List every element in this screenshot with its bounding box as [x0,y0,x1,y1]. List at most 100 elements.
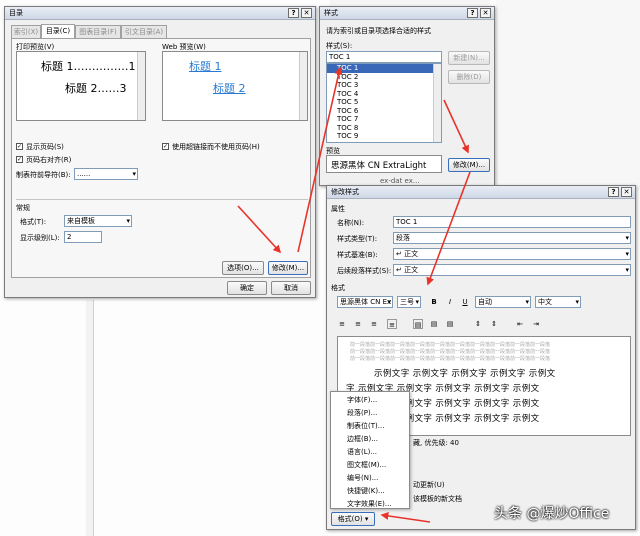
menu-item-numbering[interactable]: 编号(N)... [331,472,409,485]
bold-button[interactable]: B [429,297,439,307]
print-preview-box: 标题 1……………1 标题 2……3 [16,51,146,121]
styles-list[interactable]: TOC 1 TOC 2 TOC 3 TOC 4 TOC 5 TOC 6 TOC … [326,63,442,143]
print-preview-heading-2: 标题 2……3 [65,82,127,95]
vertical-ruler [86,300,94,536]
list-item[interactable]: TOC 1 [327,64,441,73]
close-icon[interactable]: ✕ [621,187,632,197]
space-before-icon[interactable]: ⇕ [473,319,483,329]
watermark: 头条 @爆炒Office [494,506,610,522]
close-icon[interactable]: ✕ [301,8,312,18]
based-on-label: 样式基准(B): [337,251,378,259]
list-item[interactable]: TOC 3 [327,81,441,90]
align-right-icon[interactable]: ≡ [369,319,379,329]
style-preview-font: 思源黑体 CN ExtraLight [331,161,427,171]
menu-item-tabs[interactable]: 制表位(T)... [331,420,409,433]
show-page-numbers-label: 显示页码(S) [26,143,64,151]
style-type-label: 样式类型(T): [337,235,378,243]
menu-item-language[interactable]: 语言(L)... [331,446,409,459]
general-label: 常规 [16,204,30,212]
menu-item-font[interactable]: 字体(F)... [331,394,409,407]
styles-list-scrollbar[interactable] [433,64,441,142]
format-label: 格式 [331,284,345,292]
font-select[interactable]: 思源黑体 CN Ex [337,296,393,308]
menu-item-border[interactable]: 边框(B)... [331,433,409,446]
list-item[interactable]: TOC 5 [327,98,441,107]
help-icon[interactable]: ? [608,187,619,197]
sample-text-row: 示例文字 示例文字 示例文字 示例文字 示例文 [374,369,556,379]
language-select[interactable]: 中文 [535,296,581,308]
style-type-select[interactable]: 段落 [393,232,631,244]
show-levels-label: 显示级别(L): [20,234,60,242]
print-preview-heading-1: 标题 1……………1 [41,60,136,73]
help-icon[interactable]: ? [467,8,478,18]
align-left-icon[interactable]: ≡ [337,319,347,329]
font-color-select[interactable]: 自动 [475,296,531,308]
tab-toc[interactable]: 目录(C) [41,24,75,38]
previous-paragraph-text: 前一段落前一段落前一段落前一段落前一段落前一段落前一段落前一段落前一段落前一段落 [350,356,551,362]
underline-button[interactable]: U [460,297,470,307]
use-hyperlinks-checkbox[interactable]: ✓ [162,143,169,150]
tab-table-of-figures[interactable]: 图表目录(F) [75,25,121,38]
web-preview-box: 标题 1 标题 2 [162,51,308,121]
single-spacing-icon[interactable]: ▤ [413,319,423,329]
new-style-button[interactable]: 新建(N)... [448,51,490,65]
menu-item-text-effects[interactable]: 文字效果(E)... [331,498,409,511]
menu-item-frame[interactable]: 图文框(M)... [331,459,409,472]
help-icon[interactable]: ? [288,8,299,18]
web-preview-heading-2[interactable]: 标题 2 [213,80,246,96]
menu-item-shortcut-key[interactable]: 快捷键(K)... [331,485,409,498]
name-field[interactable]: TOC 1 [393,216,631,228]
show-page-numbers-checkbox[interactable]: ✓ [16,143,23,150]
right-align-checkbox[interactable]: ✓ [16,156,23,163]
show-levels-spinner[interactable]: 2 [64,231,102,243]
style-dialog-title-bar: 样式 ? ✕ [320,7,494,20]
cancel-button[interactable]: 取消 [271,281,311,295]
justify-icon[interactable]: ≡ [387,319,397,329]
following-style-select[interactable]: ↵ 正文 [393,264,631,276]
double-spacing-icon[interactable]: ▤ [445,319,455,329]
modify-button[interactable]: 修改(M)... [268,261,308,275]
toc-dialog-title: 目录 [9,9,23,17]
based-on-select[interactable]: ↵ 正文 [393,248,631,260]
list-item[interactable]: TOC 9 [327,132,441,141]
style-description-partial: ex-dat ex... [380,177,420,185]
previous-paragraph-text: 前一段落前一段落前一段落前一段落前一段落前一段落前一段落前一段落前一段落前一段落 [350,342,551,348]
close-icon[interactable]: ✕ [480,8,491,18]
following-style-label: 后续段落样式(S): [337,267,392,275]
font-size-select[interactable]: 三号 [397,296,421,308]
delete-style-button[interactable]: 删除(D) [448,70,490,84]
web-preview-scrollbar[interactable] [299,52,307,120]
toc-tab-body: 打印预览(V) 标题 1……………1 标题 2……3 Web 预览(W) 标题 … [11,38,311,278]
ok-button[interactable]: 确定 [227,281,267,295]
right-align-label: 页码右对齐(R) [26,156,72,164]
formats-select[interactable]: 来自模板 [64,215,132,227]
one-half-spacing-icon[interactable]: ▤ [429,319,439,329]
list-item[interactable]: TOC 7 [327,115,441,124]
list-item[interactable]: TOC 4 [327,90,441,99]
list-item[interactable]: TOC 2 [327,73,441,82]
style-dialog: 样式 ? ✕ 请为索引或目录项选择合适的样式 样式(S): TOC 1 TOC … [319,6,495,186]
print-preview-scrollbar[interactable] [137,52,145,120]
template-docs-label: 该模板的新文档 [413,495,462,503]
tab-leader-select[interactable]: ...... [74,168,138,180]
style-modify-button[interactable]: 修改(M)... [448,158,490,172]
align-center-icon[interactable]: ≡ [353,319,363,329]
format-menu-button[interactable]: 格式(O) ▾ [331,512,375,526]
web-preview-heading-1[interactable]: 标题 1 [189,58,222,74]
decrease-indent-icon[interactable]: ⇤ [515,319,525,329]
toc-dialog: 目录 ? ✕ 索引(X) 目录(C) 图表目录(F) 引文目录(A) 打印预览(… [4,6,316,298]
italic-button[interactable]: I [445,297,455,307]
format-popup-menu: 字体(F)... 段落(P)... 制表位(T)... 边框(B)... 语言(… [330,391,410,509]
space-after-icon[interactable]: ⇕ [489,319,499,329]
tab-table-of-authorities[interactable]: 引文目录(A) [121,25,167,38]
increase-indent-icon[interactable]: ⇥ [531,319,541,329]
use-hyperlinks-label: 使用超链接而不使用页码(H) [172,143,260,151]
style-instruction: 请为索引或目录项选择合适的样式 [326,27,431,35]
list-item[interactable]: TOC 8 [327,124,441,133]
tab-index[interactable]: 索引(X) [11,25,41,38]
styles-input[interactable]: TOC 1 [326,51,442,63]
options-button[interactable]: 选项(O)... [222,261,264,275]
name-label: 名称(N): [337,219,365,227]
menu-item-paragraph[interactable]: 段落(P)... [331,407,409,420]
list-item[interactable]: TOC 6 [327,107,441,116]
